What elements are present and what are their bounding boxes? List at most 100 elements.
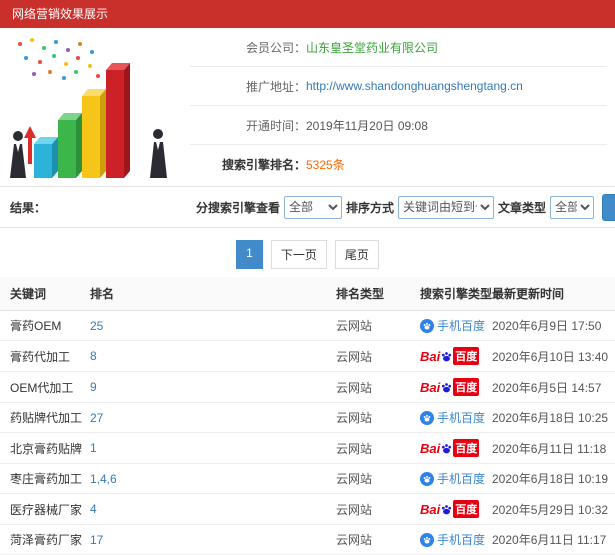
engine-cell: 手机百度 (416, 463, 488, 494)
engine-logo: 手机百度 (420, 318, 485, 333)
filter-controls: 分搜索引擎查看 全部 排序方式 关键词由短到长排序 文章类型 全部 提交 (196, 193, 615, 221)
engine-logo: 手机百度 (420, 470, 485, 487)
table-row: 枣庄膏药加工 1,4,6 云网站 手机百度 2020年6月18日 10:19 (0, 463, 615, 494)
rank-type-text: 云网站 (336, 411, 373, 425)
rank-cell: 25 (86, 310, 332, 341)
rank-type-cell: 云网站 (332, 402, 416, 433)
rank-link[interactable]: 1 (90, 441, 97, 455)
baidu-logo-icon: Bai 百度 (420, 347, 480, 365)
keyword-text: 菏泽膏药厂家 (10, 533, 83, 547)
keyword-text: 北京膏药贴牌 (10, 441, 83, 456)
rank-count-value: 5325条 (306, 158, 345, 172)
engine-logo: 手机百度 (420, 409, 485, 426)
bar-green (58, 113, 82, 178)
rank-cell: 9 (86, 371, 332, 403)
info-row-url: 推广地址： http://www.shandonghuangshengtang.… (190, 67, 607, 106)
sort-filter-select[interactable]: 关键词由短到长排序 (398, 195, 495, 219)
updated-text: 2020年6月11日 11:18 (492, 441, 607, 456)
last-page-button[interactable]: 尾页 (334, 240, 379, 269)
table-row: 药贴牌代加工 27 云网站 手机百度 2020年6月18日 10:25 (0, 402, 615, 433)
pagination: 1 下一页 尾页 (0, 228, 615, 277)
keyword-cell: 膏药代加工 (0, 340, 86, 372)
rank-cell: 1,4,6 (86, 463, 332, 494)
engine-filter-select[interactable]: 全部 (284, 195, 343, 219)
paw-icon (423, 414, 431, 421)
rank-link[interactable]: 27 (90, 411, 103, 425)
rank-type-text: 云网站 (336, 533, 373, 547)
rank-link[interactable]: 1,4,6 (90, 472, 117, 486)
page-number-current[interactable]: 1 (236, 240, 263, 269)
rank-link[interactable]: 25 (90, 319, 103, 333)
rank-link[interactable]: 8 (90, 349, 97, 363)
engine-cell: Bai 百度 (416, 371, 488, 403)
bar-cyan (34, 137, 58, 178)
rank-link[interactable]: 9 (90, 380, 97, 394)
updated-text: 2020年5月29日 10:32 (492, 502, 609, 517)
header-engine-type: 搜索引擎类型 (416, 277, 492, 311)
next-page-button[interactable]: 下一页 (270, 240, 327, 269)
engine-cell: 手机百度 (416, 402, 488, 433)
businessman-right (150, 129, 167, 178)
table-row: 膏药代加工 8 云网站 Bai 百度 2020年6月10日 13:40 (0, 340, 615, 372)
engine-logo: Bai 百度 (420, 378, 480, 396)
promo-url-link[interactable]: http://www.shandonghuangshengtang.cn (306, 79, 523, 93)
table-row: 菏泽膏药厂家 17 云网站 手机百度 2020年6月11日 11:17 (0, 524, 615, 555)
rank-cell: 8 (86, 340, 332, 372)
header-keyword: 关键词 (0, 277, 86, 311)
member-info-list: 会员公司： 山东皇圣堂药业有限公司 推广地址： http://www.shand… (190, 28, 615, 184)
rank-type-cell: 云网站 (332, 432, 416, 464)
sort-filter-label: 排序方式 (346, 200, 395, 215)
paw-icon (442, 351, 452, 361)
engine-cell: Bai 百度 (416, 432, 488, 464)
rank-type-text: 云网站 (336, 441, 373, 456)
article-type-select[interactable]: 全部 (550, 195, 595, 219)
mobile-baidu-icon: 手机百度 (420, 531, 485, 548)
paw-icon (423, 475, 431, 482)
rank-cell: 1 (86, 432, 332, 464)
keyword-cell: 膏药OEM (0, 310, 86, 341)
updated-cell: 2020年6月5日 14:57 (488, 371, 615, 403)
mobile-baidu-icon: 手机百度 (420, 409, 485, 426)
mobile-baidu-icon: 手机百度 (420, 470, 485, 487)
keyword-text: 药贴牌代加工 (10, 411, 83, 425)
open-time-value: 2019年11月20日 09:08 (306, 118, 428, 133)
company-label: 会员公司： (245, 40, 306, 55)
rank-type-cell: 云网站 (332, 310, 416, 341)
header-rank-type: 排名类型 (332, 277, 416, 311)
bar-chart-growth-image (10, 38, 167, 178)
keyword-cell: 菏泽膏药厂家 (0, 524, 86, 555)
rank-link[interactable]: 17 (90, 533, 103, 547)
growth-chart-illustration (6, 32, 186, 182)
paw-icon (423, 536, 431, 543)
page-title-bar: 网络营销效果展示 (0, 0, 615, 28)
rank-type-cell: 云网站 (332, 524, 416, 555)
company-name-link[interactable]: 山东皇圣堂药业有限公司 (306, 39, 438, 56)
updated-cell: 2020年6月18日 10:25 (488, 402, 615, 433)
baidu-logo-icon: Bai 百度 (420, 500, 480, 518)
bar-yellow (82, 89, 106, 178)
member-info-section: 会员公司： 山东皇圣堂药业有限公司 推广地址： http://www.shand… (0, 28, 615, 186)
rank-type-text: 云网站 (336, 502, 373, 517)
keyword-cell: 北京膏药贴牌 (0, 432, 86, 464)
info-row-rank-count: 搜索引擎排名： 5325条 (190, 145, 607, 184)
businessman-left (10, 131, 26, 178)
rank-cell: 27 (86, 402, 332, 433)
engine-cell: 手机百度 (416, 524, 488, 555)
engine-logo: 手机百度 (420, 531, 485, 548)
keyword-cell: OEM代加工 (0, 371, 86, 403)
rank-type-text: 云网站 (336, 319, 373, 333)
keyword-text: 膏药代加工 (10, 349, 71, 364)
engine-filter-label: 分搜索引擎查看 (196, 200, 281, 215)
page-title: 网络营销效果展示 (12, 7, 109, 21)
updated-cell: 2020年6月11日 11:17 (488, 524, 615, 555)
engine-logo: Bai 百度 (420, 500, 480, 518)
submit-button[interactable]: 提交 (602, 193, 615, 221)
engine-logo: Bai 百度 (420, 347, 480, 365)
baidu-logo-icon: Bai 百度 (420, 439, 480, 457)
updated-cell: 2020年6月10日 13:40 (488, 340, 615, 372)
table-row: OEM代加工 9 云网站 Bai 百度 2020年6月5日 14:57 (0, 371, 615, 403)
updated-cell: 2020年6月9日 17:50 (488, 310, 615, 341)
updated-text: 2020年6月18日 10:19 (492, 472, 609, 486)
rank-link[interactable]: 4 (90, 502, 97, 516)
updated-text: 2020年6月9日 17:50 (492, 319, 602, 333)
